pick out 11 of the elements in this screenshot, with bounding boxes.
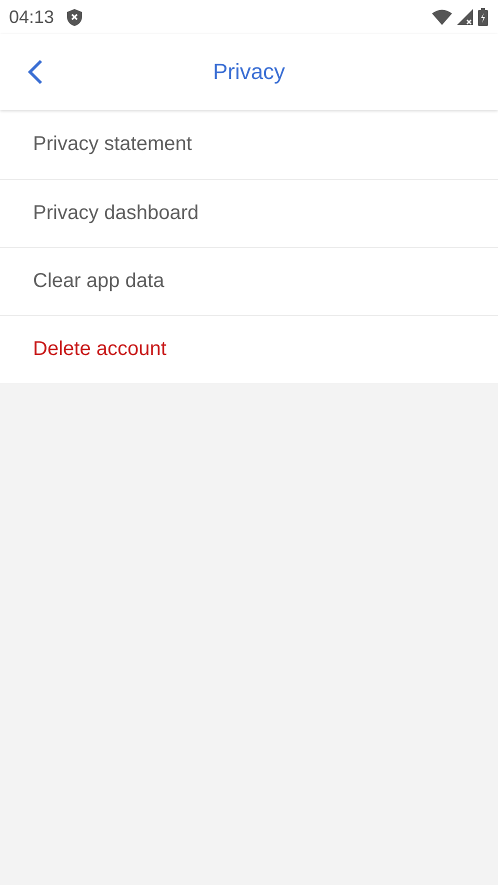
delete-item[interactable]: Delete account (0, 315, 498, 383)
battery-icon (478, 8, 488, 26)
wifi-icon (432, 9, 452, 25)
back-icon (27, 59, 43, 85)
menu-item[interactable]: Clear app data (0, 247, 498, 315)
menu-item[interactable]: Privacy statement (0, 110, 498, 179)
screen-title: Privacy (212, 59, 286, 85)
menu-item[interactable]: Privacy dashboard (0, 179, 498, 247)
shield-icon (67, 8, 82, 26)
signal-icon (457, 9, 473, 25)
status-time: 04:13 (9, 6, 54, 28)
